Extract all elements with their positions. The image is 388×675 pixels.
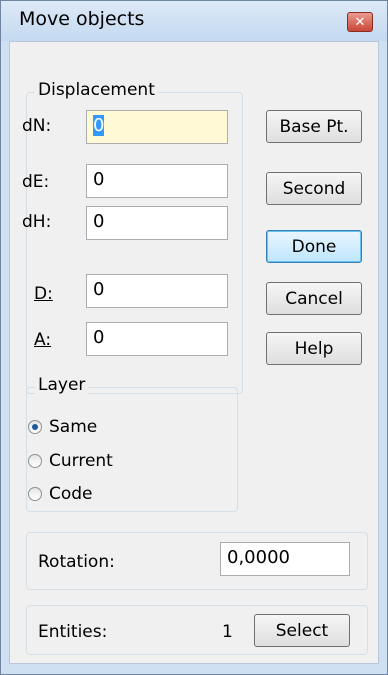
dialog-body: Displacement dN: 0 dE: 0 dH: 0 D: 0 A: 0… [9, 41, 379, 664]
help-button[interactable]: Help [266, 332, 362, 365]
cancel-button[interactable]: Cancel [266, 282, 362, 315]
rotation-input[interactable]: 0,0000 [220, 542, 350, 576]
layer-option-current-label: Current [49, 451, 113, 471]
d-input-value: 0 [93, 279, 105, 300]
de-input[interactable]: 0 [86, 164, 228, 198]
base-pt-button[interactable]: Base Pt. [266, 110, 362, 143]
layer-option-same[interactable]: Same [28, 415, 97, 439]
close-icon: ✕ [354, 14, 366, 30]
layer-option-code-label: Code [49, 484, 93, 504]
dn-input[interactable]: 0 [86, 110, 228, 144]
entities-count: 1 [222, 622, 233, 642]
title-bar[interactable]: Move objects ✕ [1, 1, 387, 41]
a-label: A: [34, 330, 52, 350]
layer-option-current[interactable]: Current [28, 449, 113, 473]
done-button[interactable]: Done [266, 230, 362, 263]
dn-label: dN: [22, 116, 52, 136]
radio-current[interactable] [28, 454, 42, 468]
select-button[interactable]: Select [254, 614, 350, 647]
layer-group-title: Layer [35, 375, 89, 395]
displacement-group-title: Displacement [35, 80, 158, 100]
rotation-label: Rotation: [38, 552, 115, 572]
second-button[interactable]: Second [266, 172, 362, 205]
de-label: dE: [22, 172, 50, 192]
layer-option-same-label: Same [49, 417, 98, 437]
close-button[interactable]: ✕ [347, 12, 373, 32]
dn-input-value: 0 [93, 115, 105, 136]
a-input-value: 0 [93, 327, 105, 348]
a-input[interactable]: 0 [86, 322, 228, 356]
d-input[interactable]: 0 [86, 274, 228, 308]
radio-same[interactable] [28, 420, 42, 434]
move-objects-dialog: Move objects ✕ Displacement dN: 0 dE: 0 … [0, 0, 388, 675]
d-label: D: [34, 284, 53, 304]
dh-input-value: 0 [93, 211, 105, 232]
de-input-value: 0 [93, 169, 105, 190]
radio-code[interactable] [28, 487, 42, 501]
layer-option-code[interactable]: Code [28, 482, 93, 506]
window-title: Move objects [19, 8, 145, 30]
dh-input[interactable]: 0 [86, 206, 228, 240]
rotation-input-value: 0,0000 [227, 547, 290, 568]
entities-label: Entities: [38, 622, 108, 642]
dh-label: dH: [22, 212, 52, 232]
